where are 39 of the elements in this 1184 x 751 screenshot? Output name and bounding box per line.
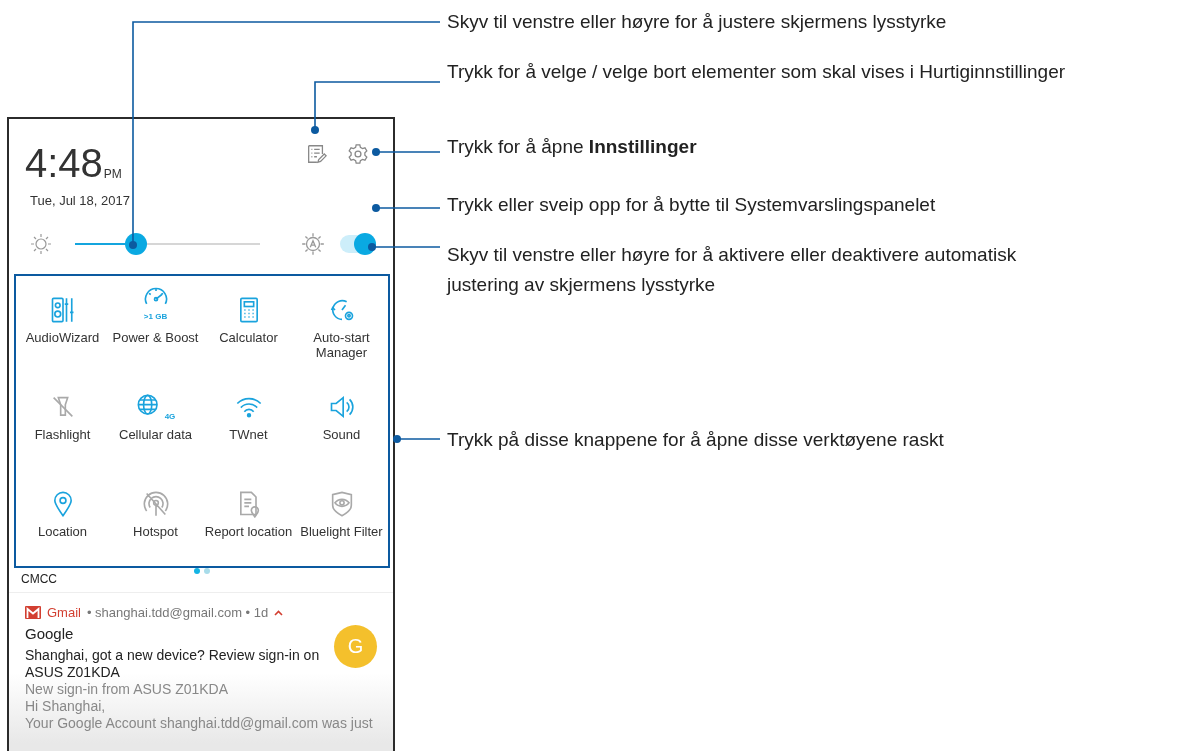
callout-text: Skyv til venstre eller høyre for å aktivere eller deaktivere automatisk justering av skjermens lysstyrke	[447, 243, 1018, 297]
date-label: Tue, Jul 18, 2017	[29, 192, 131, 210]
icon-badge-label: 4G	[164, 412, 176, 421]
leader-line	[393, 435, 441, 443]
edit-list-icon[interactable]	[305, 143, 327, 165]
callout-text: Trykk for å åpne Innstillinger	[447, 135, 697, 159]
icon-badge-label: >1 GB	[143, 312, 168, 321]
tile-label[interactable]: Bluelight Filter	[300, 524, 383, 539]
tile-label[interactable]: Calculator	[219, 330, 278, 345]
tile-label[interactable]: Sound	[322, 427, 361, 442]
app-name: Gmail	[47, 605, 81, 620]
auto-brightness-icon	[300, 231, 326, 257]
clock-ampm: PM	[103, 167, 122, 181]
notification-meta: • shanghai.tdd@gmail.com • 1d	[86, 605, 269, 620]
callout-text: Skyv til venstre eller høyre for å justere skjermens lysstyrke	[447, 10, 947, 34]
tile-label[interactable]: Cellular data	[119, 427, 192, 442]
tile-label[interactable]: Location	[37, 524, 88, 539]
caret-icon[interactable]	[274, 609, 284, 616]
tile-label[interactable]: Flashlight	[34, 427, 91, 442]
notification-text: Your Google Account shanghai.tdd@gmail.com was just	[25, 715, 374, 732]
tile-label[interactable]: Power & Boost	[112, 330, 199, 345]
tile-label[interactable]: Hotspot	[133, 524, 178, 539]
mail-icon	[25, 606, 41, 619]
clock-time: 4:48	[25, 143, 103, 183]
sun-icon	[29, 232, 53, 256]
tile-label[interactable]: Auto-start Manager	[295, 330, 388, 360]
tile-label[interactable]: TWnet	[229, 427, 268, 442]
callout-text: Trykk for å velge / velge bort elementer som skal vises i Hurtiginnstillinger	[447, 60, 1066, 84]
settings-icon[interactable]	[347, 143, 369, 165]
callout-text: Trykk på disse knappene for å åpne disse verktøyene raskt	[447, 428, 944, 452]
notification-text: Hi Shanghai,	[25, 698, 107, 715]
tile-label[interactable]: Report location	[204, 524, 293, 539]
notification-subject: Shanghai, got a new device? Review sign-in on ASUS Z01KDA	[25, 647, 321, 681]
notification-title: Google	[25, 625, 75, 642]
auto-brightness-switch[interactable]	[340, 235, 374, 253]
tile-label[interactable]: AudioWizard	[25, 330, 100, 345]
avatar-circle: G	[334, 625, 377, 668]
callout-text: Trykk eller sveip opp for å bytte til Systemvarslingspanelet	[447, 193, 936, 217]
notification-text: New sign-in from ASUS Z01KDA	[25, 681, 230, 698]
